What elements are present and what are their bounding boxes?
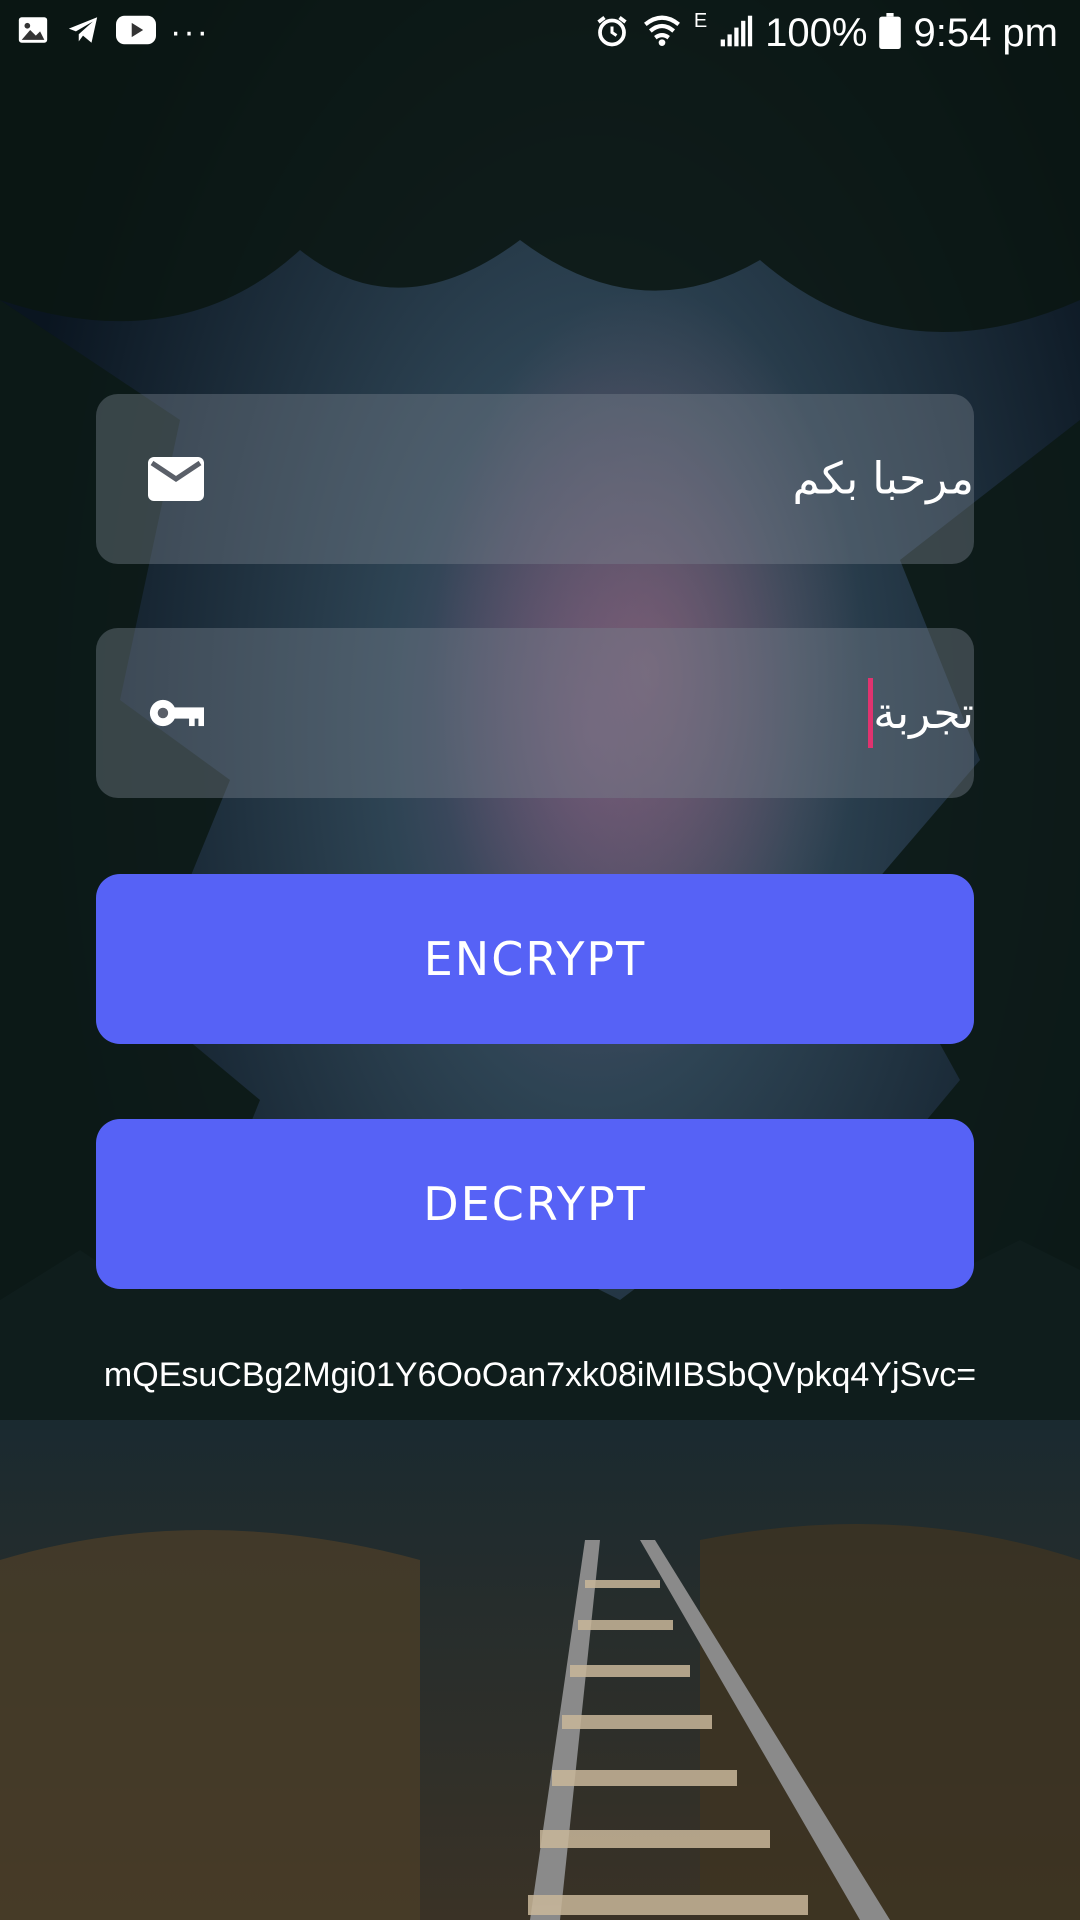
key-icon: [148, 685, 204, 741]
encrypt-button[interactable]: ENCRYPT: [96, 874, 974, 1044]
battery-icon: [879, 12, 902, 54]
encrypted-result-text: mQEsuCBg2Mgi01Y6OoOan7xk08iMIBSbQVpkq4Yj…: [103, 1356, 977, 1394]
network-type-e-icon: E: [693, 10, 708, 32]
text-caret: [868, 678, 874, 748]
battery-percent: 100%: [765, 11, 868, 55]
clock: 9:54 pm: [913, 11, 1058, 55]
message-input-value: مرحبا بكم: [792, 453, 974, 505]
wifi-icon: [642, 14, 682, 53]
signal-icon: [719, 14, 753, 53]
system-status: E 100% 9:54 pm: [594, 10, 1058, 56]
status-bar: ··· E 100% 9:54 pm: [0, 0, 1080, 66]
decrypt-button[interactable]: DECRYPT: [96, 1119, 974, 1289]
key-input[interactable]: تجربة: [96, 628, 974, 798]
key-input-text: تجربة: [873, 687, 974, 739]
key-input-value: تجربة: [866, 678, 974, 748]
more-notifications-icon: ···: [170, 13, 210, 51]
app-screen: ··· E 100% 9:54 pm مرحبا بكم تجربة ENCRY…: [0, 0, 1080, 1920]
gallery-icon: [16, 13, 50, 52]
alarm-icon: [594, 13, 630, 54]
telegram-icon: [64, 13, 102, 52]
youtube-icon: [116, 15, 156, 50]
email-icon: [148, 451, 204, 507]
message-input[interactable]: مرحبا بكم: [96, 394, 974, 564]
notification-icons: ···: [16, 12, 210, 52]
